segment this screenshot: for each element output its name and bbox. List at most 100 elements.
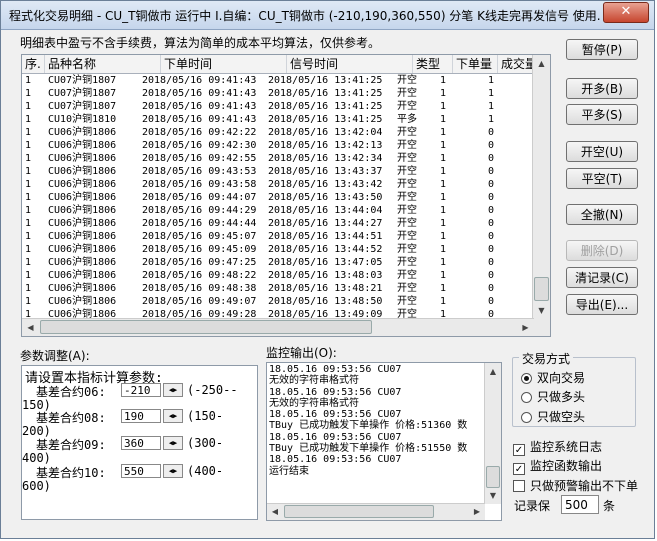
scroll-down-arrow[interactable]: ▼ [533,302,550,319]
checkbox-label: 监控函数输出 [530,459,603,473]
param-input-08[interactable]: 190 [121,409,161,423]
open-short-button[interactable]: 开空(U) [566,141,638,162]
table-row[interactable]: 1 CU06沪铜1806 2018/05/16 09:49:07 2018/05/16… [22,295,534,308]
column-header-signal-time[interactable]: 信号时间 [287,55,413,73]
table-cell: 2018/05/16 13:48:50 [268,296,383,307]
table-row[interactable]: 1 CU06沪铜1806 2018/05/16 09:45:09 2018/05/16… [22,243,534,256]
radio-selected-icon[interactable] [521,373,532,384]
radio-short-only[interactable]: 只做空头 [521,408,585,425]
table-cell: 开空 [397,127,417,138]
table-row[interactable]: 1 CU06沪铜1806 2018/05/16 09:44:07 2018/05/16… [22,191,534,204]
table-row[interactable]: 1 CU07沪铜1807 2018/05/16 09:41:43 2018/05/16… [22,74,534,87]
table-cell: 1 [440,114,447,125]
table-cell: CU06沪铜1806 [48,205,117,216]
monitor-line: 无效的字符串格式符 [269,397,359,409]
table-row[interactable]: 1 CU06沪铜1806 2018/05/16 09:43:53 2018/05/16… [22,165,534,178]
table-cell: CU06沪铜1806 [48,127,117,138]
open-long-button[interactable]: 开多(B) [566,78,638,99]
scroll-thumb[interactable] [284,505,434,518]
table-row[interactable]: 1 CU06沪铜1806 2018/05/16 09:48:22 2018/05/16… [22,269,534,282]
alert-only-checkbox[interactable]: 只做预警输出不下单 [513,477,638,494]
column-header-instrument[interactable]: 品种名称 [45,55,161,73]
pause-button[interactable]: 暂停(P) [566,39,638,60]
table-horizontal-scrollbar[interactable]: ◀ ▶ [22,318,534,336]
table-row[interactable]: 1 CU06沪铜1806 2018/05/16 09:47:25 2018/05/16… [22,256,534,269]
radio-two-way[interactable]: 双向交易 [521,369,585,386]
table-row[interactable]: 1 CU07沪铜1807 2018/05/16 09:41:43 2018/05/16… [22,87,534,100]
monitor-horizontal-scrollbar[interactable]: ◀ ▶ [267,503,485,520]
column-header-order-qty[interactable]: 下单量 [453,55,498,73]
table-row[interactable]: 1 CU06沪铜1806 2018/05/16 09:44:29 2018/05/16… [22,204,534,217]
table-row[interactable]: 1 CU06沪铜1806 2018/05/16 09:43:58 2018/05/16… [22,178,534,191]
scroll-right-arrow[interactable]: ▶ [469,504,485,520]
scroll-up-arrow[interactable]: ▲ [533,55,550,72]
table-cell: 2018/05/16 13:47:05 [268,257,383,268]
scroll-left-arrow[interactable]: ◀ [267,504,283,520]
table-cell: 2018/05/16 09:42:55 [142,153,257,164]
spin-buttons-icon[interactable]: ◀▶ [163,409,183,423]
checkmark-icon[interactable]: ✓ [513,444,525,456]
table-cell: 1 [440,231,447,242]
table-cell: 1 [440,140,447,151]
table-row[interactable]: 1 CU06沪铜1806 2018/05/16 09:42:55 2018/05/16… [22,152,534,165]
param-input-10[interactable]: 550 [121,464,161,478]
spin-buttons-icon[interactable]: ◀▶ [163,464,183,478]
table-cell: 2018/05/16 09:48:22 [142,270,257,281]
scroll-thumb[interactable] [534,277,549,301]
radio-icon[interactable] [521,392,532,403]
clear-records-button[interactable]: 清记录(C) [566,267,638,288]
param-input-06[interactable]: -210 [121,383,161,397]
export-button[interactable]: 导出(E)... [566,294,638,315]
table-row[interactable]: 1 CU06沪铜1806 2018/05/16 09:42:30 2018/05/16… [22,139,534,152]
table-row[interactable]: 1 CU06沪铜1806 2018/05/16 09:48:38 2018/05/16… [22,282,534,295]
record-keep-label: 记录保 [514,499,551,513]
scroll-right-arrow[interactable]: ▶ [517,319,534,336]
monitor-line: 18.05.16 09:53:56 CU07 [269,431,402,443]
table-cell: 1 [25,192,32,203]
param-input-09[interactable]: 360 [121,436,161,450]
monitor-vertical-scrollbar[interactable]: ▲ ▼ [484,363,501,504]
table-cell: CU06沪铜1806 [48,283,117,294]
table-cell: 2018/05/16 09:42:22 [142,127,257,138]
table-row[interactable]: 1 CU06沪铜1806 2018/05/16 09:45:07 2018/05/16… [22,230,534,243]
scroll-thumb[interactable] [486,466,500,488]
table-row[interactable]: 1 CU10沪铜1810 2018/05/16 09:41:43 2018/05/16… [22,113,534,126]
record-keep-input[interactable]: 500 [561,495,599,514]
scroll-thumb[interactable] [40,320,372,334]
table-cell: 2018/05/16 13:42:04 [268,127,383,138]
spin-buttons-icon[interactable]: ◀▶ [163,436,183,450]
delete-button[interactable]: 删除(D) [566,240,638,261]
spin-buttons-icon[interactable]: ◀▶ [163,383,183,397]
column-header-seq[interactable]: 序. [22,55,45,73]
checkbox-empty-icon[interactable] [513,480,525,492]
checkmark-icon[interactable]: ✓ [513,463,525,475]
table-row[interactable]: 1 CU06沪铜1806 2018/05/16 09:44:44 2018/05/16… [22,217,534,230]
table-cell: 0 [488,205,495,216]
param-row-08: 基差合约08: 190 ◀▶ (150- 200) [22,409,257,439]
scroll-up-arrow[interactable]: ▲ [485,363,501,380]
table-cell: CU06沪铜1806 [48,257,117,268]
table-row[interactable]: 1 CU06沪铜1806 2018/05/16 09:42:22 2018/05/16… [22,126,534,139]
cancel-all-button[interactable]: 全撤(N) [566,204,638,225]
table-cell: 开空 [397,296,417,307]
table-cell: 0 [488,218,495,229]
radio-icon[interactable] [521,412,532,423]
table-vertical-scrollbar[interactable]: ▲ ▼ [532,55,550,319]
table-cell: 1 [25,166,32,177]
table-row[interactable]: 1 CU07沪铜1807 2018/05/16 09:41:43 2018/05/16… [22,100,534,113]
monitor-log-checkbox[interactable]: ✓ 监控系统日志 [513,438,602,456]
close-button[interactable]: ✕ [603,2,649,23]
table-cell: 2018/05/16 09:41:43 [142,101,257,112]
close-short-button[interactable]: 平空(T) [566,168,638,189]
monitor-func-checkbox[interactable]: ✓ 监控函数输出 [513,457,602,475]
radio-long-only[interactable]: 只做多头 [521,388,585,405]
table-cell: 1 [25,257,32,268]
close-long-button[interactable]: 平多(S) [566,104,638,125]
table-cell: CU06沪铜1806 [48,244,117,255]
column-header-type[interactable]: 类型 [413,55,453,73]
column-header-order-time[interactable]: 下单时间 [161,55,287,73]
scroll-left-arrow[interactable]: ◀ [22,319,39,336]
scroll-down-arrow[interactable]: ▼ [485,487,501,504]
table-cell: 开空 [397,244,417,255]
table-cell: 1 [440,153,447,164]
